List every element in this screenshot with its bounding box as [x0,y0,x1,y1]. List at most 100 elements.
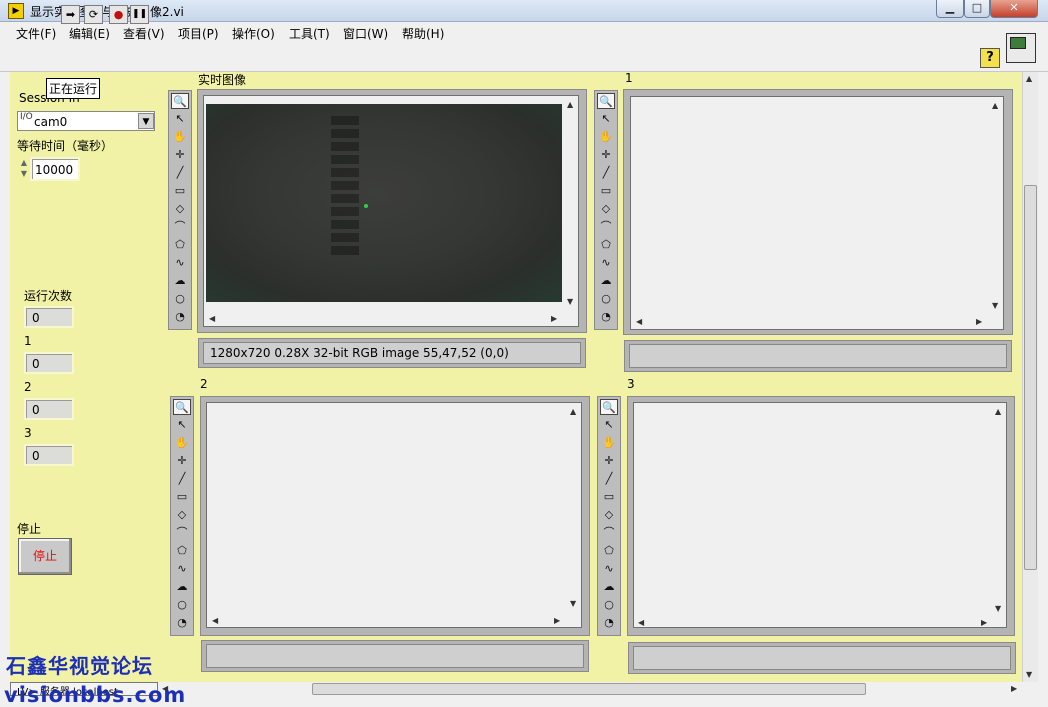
pointer-icon[interactable]: ↖ [173,417,191,433]
context-help-icon[interactable]: ? [980,48,1000,68]
annulus-tool-icon[interactable]: ◔ [173,615,191,631]
scrollbar-thumb[interactable] [312,683,866,695]
rotated-rect-icon[interactable]: ◇ [600,507,618,523]
scroll-up-icon[interactable]: ▲ [570,407,576,416]
line-tool-icon[interactable]: ╱ [597,165,615,181]
zoom-icon[interactable]: 🔍 [600,399,618,415]
image-viewport[interactable] [206,402,582,628]
line-tool-icon[interactable]: ╱ [600,471,618,487]
annulus-tool-icon[interactable]: ◔ [171,309,189,325]
menu-edit[interactable]: 编辑(E) [69,25,110,42]
image-viewport[interactable] [633,402,1007,628]
polygon-icon[interactable]: ⬠ [173,543,191,559]
minimize-button[interactable]: ▁ [936,0,964,18]
crosshair-icon[interactable]: ✛ [171,147,189,163]
zoom-icon[interactable]: 🔍 [171,93,189,109]
polyline-icon[interactable]: ⌒ [600,525,618,541]
stop-button[interactable]: 停止 [18,538,72,575]
scroll-down-icon[interactable]: ▼ [567,297,573,306]
scroll-right-icon[interactable]: ▶ [551,314,557,323]
scroll-left-icon[interactable]: ◀ [638,618,644,627]
freehand-region-icon[interactable]: ☁ [171,273,189,289]
crosshair-icon[interactable]: ✛ [597,147,615,163]
zoom-icon[interactable]: 🔍 [173,399,191,415]
pause-icon[interactable]: ❚❚ [130,5,149,24]
rectangle-tool-icon[interactable]: ▭ [597,183,615,199]
polyline-icon[interactable]: ⌒ [173,525,191,541]
maximize-button[interactable]: □ [964,0,990,18]
image-content [331,116,359,256]
scroll-down-icon[interactable]: ▼ [992,301,998,310]
scroll-left-icon[interactable]: ◀ [636,317,642,326]
pan-hand-icon[interactable]: ✋ [173,435,191,451]
freehand-line-icon[interactable]: ∿ [597,255,615,271]
menu-operate[interactable]: 操作(O) [232,25,275,42]
pointer-icon[interactable]: ↖ [171,111,189,127]
scrollbar-thumb[interactable] [1024,185,1037,570]
pointer-icon[interactable]: ↖ [597,111,615,127]
freehand-region-icon[interactable]: ☁ [173,579,191,595]
freehand-region-icon[interactable]: ☁ [597,273,615,289]
scroll-up-icon[interactable]: ▲ [567,100,573,109]
scroll-up-icon[interactable]: ▲ [1026,74,1032,83]
menu-project[interactable]: 项目(P) [178,25,219,42]
annulus-tool-icon[interactable]: ◔ [600,615,618,631]
rectangle-tool-icon[interactable]: ▭ [600,489,618,505]
labview-vi-icon: ▶ [8,3,24,19]
freehand-region-icon[interactable]: ☁ [600,579,618,595]
menu-tools[interactable]: 工具(T) [289,25,330,42]
pan-hand-icon[interactable]: ✋ [171,129,189,145]
increment-decrement-icon[interactable]: ▲ ▼ [18,157,30,181]
pointer-icon[interactable]: ↖ [600,417,618,433]
scroll-up-icon[interactable]: ▲ [992,101,998,110]
pan-hand-icon[interactable]: ✋ [600,435,618,451]
rectangle-tool-icon[interactable]: ▭ [173,489,191,505]
pan-hand-icon[interactable]: ✋ [597,129,615,145]
polygon-icon[interactable]: ⬠ [597,237,615,253]
session-in-combo[interactable]: I/O cam0 ▼ [17,111,155,131]
rotated-rect-icon[interactable]: ◇ [597,201,615,217]
image-viewport[interactable] [630,96,1004,330]
run-continuously-icon[interactable]: ⟳ [84,5,103,24]
scroll-right-icon[interactable]: ▶ [976,317,982,326]
scroll-up-icon[interactable]: ▲ [995,407,1001,416]
rotated-rect-icon[interactable]: ◇ [173,507,191,523]
scroll-right-icon[interactable]: ▶ [981,618,987,627]
menu-file[interactable]: 文件(F) [16,25,56,42]
scroll-down-icon[interactable]: ▼ [1026,670,1032,679]
freehand-line-icon[interactable]: ∿ [600,561,618,577]
oval-tool-icon[interactable]: ○ [173,597,191,613]
zoom-icon[interactable]: 🔍 [597,93,615,109]
polyline-icon[interactable]: ⌒ [597,219,615,235]
freehand-line-icon[interactable]: ∿ [173,561,191,577]
polygon-icon[interactable]: ⬠ [600,543,618,559]
chevron-down-icon[interactable]: ▼ [138,113,154,129]
crosshair-icon[interactable]: ✛ [173,453,191,469]
scroll-right-icon[interactable]: ▶ [554,616,560,625]
polyline-icon[interactable]: ⌒ [171,219,189,235]
freehand-line-icon[interactable]: ∿ [171,255,189,271]
oval-tool-icon[interactable]: ○ [600,597,618,613]
crosshair-icon[interactable]: ✛ [600,453,618,469]
annulus-tool-icon[interactable]: ◔ [597,309,615,325]
scroll-left-icon[interactable]: ◀ [212,616,218,625]
line-tool-icon[interactable]: ╱ [171,165,189,181]
scroll-down-icon[interactable]: ▼ [995,604,1001,613]
scroll-left-icon[interactable]: ◀ [209,314,215,323]
polygon-icon[interactable]: ⬠ [171,237,189,253]
menu-view[interactable]: 查看(V) [123,25,165,42]
oval-tool-icon[interactable]: ○ [597,291,615,307]
rotated-rect-icon[interactable]: ◇ [171,201,189,217]
run-arrow-icon[interactable]: ➡ [61,5,80,24]
scroll-right-icon[interactable]: ▶ [1011,684,1017,693]
toolbar [0,44,1048,72]
abort-execution-icon[interactable]: ● [109,5,128,24]
rectangle-tool-icon[interactable]: ▭ [171,183,189,199]
scroll-down-icon[interactable]: ▼ [570,599,576,608]
menu-help[interactable]: 帮助(H) [402,25,444,42]
line-tool-icon[interactable]: ╱ [173,471,191,487]
close-button[interactable]: ✕ [990,0,1038,18]
menu-window[interactable]: 窗口(W) [343,25,388,42]
oval-tool-icon[interactable]: ○ [171,291,189,307]
wait-time-input[interactable]: 10000 [30,157,80,181]
